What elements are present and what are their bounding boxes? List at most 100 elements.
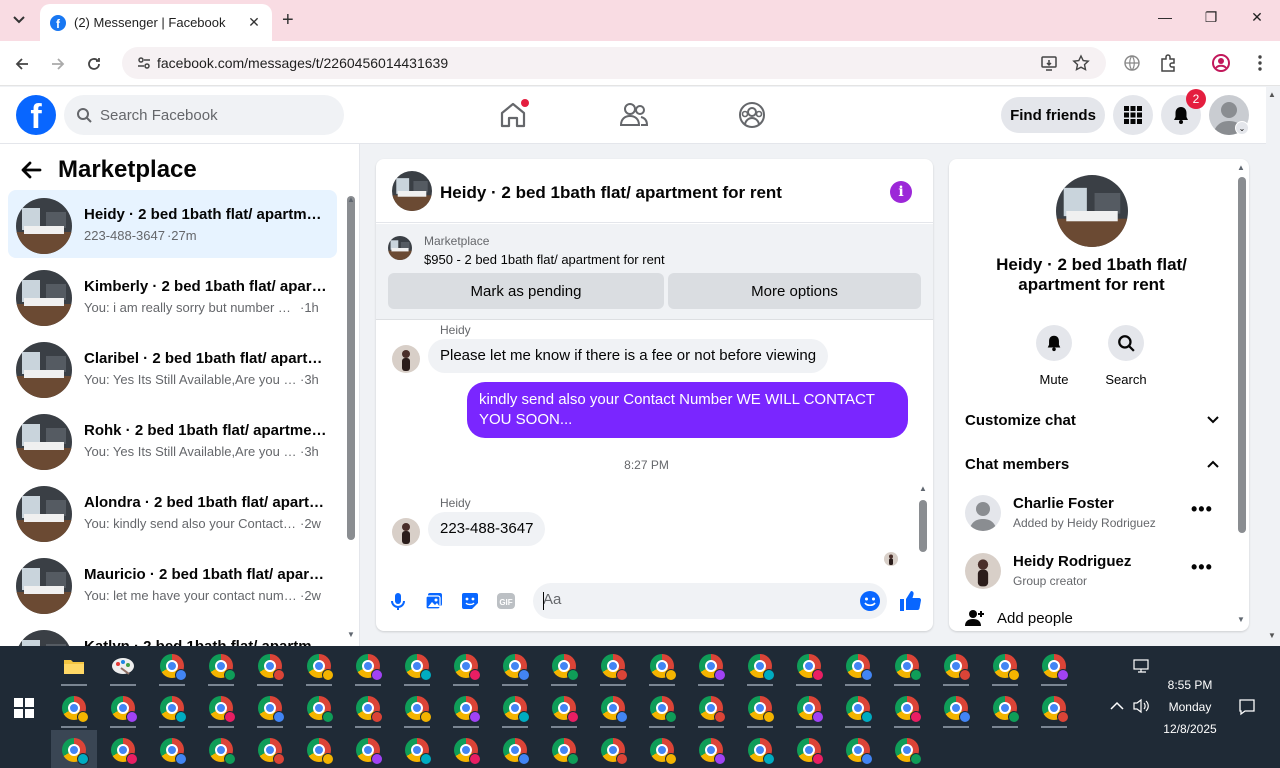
tab-search-chevron-icon[interactable] (6, 8, 32, 32)
chat-scroll-up-icon[interactable]: ▲ (919, 484, 927, 493)
chrome-app-icon[interactable] (247, 688, 293, 728)
mark-as-pending-button[interactable]: Mark as pending (388, 273, 664, 309)
tab-close-icon[interactable]: ✕ (246, 14, 262, 31)
message-input[interactable] (543, 591, 843, 608)
volume-icon[interactable] (1132, 698, 1150, 717)
chat-members-section[interactable]: Chat members (965, 452, 1219, 476)
windows-start-icon[interactable] (14, 698, 34, 718)
chrome-app-icon[interactable] (639, 688, 685, 728)
address-bar[interactable]: facebook.com/messages/t/2260456014431639 (122, 47, 1106, 79)
translate-globe-icon[interactable] (1122, 53, 1142, 73)
chrome-app-icon[interactable] (51, 730, 97, 768)
chrome-app-icon[interactable] (51, 688, 97, 728)
chrome-app-icon[interactable] (149, 646, 195, 686)
back-arrow-icon[interactable] (10, 52, 34, 76)
sticker-icon[interactable] (458, 589, 482, 613)
info-scroll-up-icon[interactable]: ▲ (1237, 163, 1245, 172)
find-friends-button[interactable]: Find friends (1001, 97, 1105, 133)
browser-tab[interactable]: f (2) Messenger | Facebook ✕ (40, 4, 272, 41)
chat-member[interactable]: Charlie Foster Added by Heidy Rodriguez … (965, 491, 1225, 541)
chrome-app-icon[interactable] (198, 688, 244, 728)
more-horizontal-icon[interactable]: ••• (1191, 557, 1213, 578)
extensions-puzzle-icon[interactable] (1158, 53, 1178, 73)
network-pc-icon[interactable] (1132, 658, 1152, 679)
microphone-icon[interactable] (386, 589, 410, 613)
chrome-app-icon[interactable] (492, 646, 538, 686)
paint-app-icon[interactable] (100, 646, 146, 686)
chrome-app-icon[interactable] (737, 730, 783, 768)
chrome-app-icon[interactable] (100, 688, 146, 728)
chrome-app-icon[interactable] (345, 730, 391, 768)
chrome-app-icon[interactable] (247, 646, 293, 686)
chrome-app-icon[interactable] (1031, 688, 1077, 728)
clock-date[interactable]: 12/8/2025 (1150, 722, 1230, 736)
forward-arrow-icon[interactable] (46, 52, 70, 76)
facebook-search-input[interactable] (100, 106, 320, 124)
chrome-app-icon[interactable] (737, 646, 783, 686)
facebook-logo-icon[interactable]: f (16, 95, 56, 135)
chrome-app-icon[interactable] (296, 688, 342, 728)
chrome-app-icon[interactable] (786, 688, 832, 728)
restore-icon[interactable]: ❐ (1196, 9, 1226, 26)
chrome-app-icon[interactable] (443, 730, 489, 768)
chrome-app-icon[interactable] (492, 730, 538, 768)
chrome-app-icon[interactable] (688, 688, 734, 728)
reload-icon[interactable] (82, 52, 106, 76)
chrome-app-icon[interactable] (982, 646, 1028, 686)
conversation-item[interactable]: Mauricio · 2 bed 1bath flat/ apartment f… (8, 550, 337, 618)
chrome-app-icon[interactable] (541, 688, 587, 728)
add-people-button[interactable]: Add people (965, 608, 1073, 628)
window-close-icon[interactable]: ✕ (1242, 9, 1272, 26)
chrome-app-icon[interactable] (982, 688, 1028, 728)
search-in-chat-button[interactable]: Search (1096, 325, 1156, 387)
chrome-app-icon[interactable] (835, 730, 881, 768)
chrome-app-icon[interactable] (541, 730, 587, 768)
chrome-app-icon[interactable] (737, 688, 783, 728)
chrome-app-icon[interactable] (590, 688, 636, 728)
conversation-item[interactable]: Katlyn · 2 bed 1bath flat/ apartment for… (8, 622, 337, 646)
chrome-app-icon[interactable] (688, 646, 734, 686)
chat-scrollbar[interactable] (919, 500, 927, 552)
browser-menu-icon[interactable] (1250, 53, 1270, 73)
sidebar-scroll-up-icon[interactable]: ▲ (347, 195, 355, 204)
chrome-app-icon[interactable] (639, 646, 685, 686)
chrome-app-icon[interactable] (198, 730, 244, 768)
bookmark-star-icon[interactable] (1072, 54, 1090, 72)
chrome-app-icon[interactable] (247, 730, 293, 768)
facebook-search-box[interactable] (64, 95, 344, 135)
message-input-box[interactable] (533, 583, 887, 619)
new-tab-icon[interactable]: + (282, 9, 294, 32)
listing-thumbnail[interactable] (388, 236, 412, 260)
mute-button[interactable]: Mute (1024, 325, 1084, 387)
conversation-item[interactable]: Alondra · 2 bed 1bath flat/ apartment fo… (8, 478, 337, 546)
chrome-app-icon[interactable] (835, 646, 881, 686)
chrome-app-icon[interactable] (884, 688, 930, 728)
more-horizontal-icon[interactable]: ••• (1191, 499, 1213, 520)
chrome-app-icon[interactable] (394, 688, 440, 728)
customize-chat-section[interactable]: Customize chat (965, 408, 1219, 432)
chrome-app-icon[interactable] (100, 730, 146, 768)
chrome-app-icon[interactable] (786, 646, 832, 686)
tray-chevron-up-icon[interactable] (1110, 700, 1124, 714)
conversation-item[interactable]: Heidy · 2 bed 1bath flat/ apartment for … (8, 190, 337, 258)
file-explorer-icon[interactable] (51, 646, 97, 686)
profile-icon[interactable] (1211, 53, 1231, 73)
chat-info-avatar[interactable] (1056, 175, 1128, 247)
clock-day[interactable]: Monday (1150, 700, 1230, 714)
chrome-app-icon[interactable] (198, 646, 244, 686)
chrome-app-icon[interactable] (590, 730, 636, 768)
conversation-item[interactable]: Rohk · 2 bed 1bath flat/ apartment for r… (8, 406, 337, 474)
chat-avatar[interactable] (392, 171, 432, 211)
chrome-app-icon[interactable] (149, 688, 195, 728)
site-info-icon[interactable] (136, 55, 152, 76)
incoming-message[interactable]: Please let me know if there is a fee or … (428, 339, 829, 373)
chrome-app-icon[interactable] (639, 730, 685, 768)
home-icon[interactable] (497, 99, 529, 131)
chrome-app-icon[interactable] (541, 646, 587, 686)
sidebar-scroll-down-icon[interactable]: ▼ (347, 630, 355, 639)
install-app-icon[interactable] (1040, 54, 1058, 72)
friends-icon[interactable] (617, 99, 649, 131)
chrome-app-icon[interactable] (786, 730, 832, 768)
chrome-app-icon[interactable] (149, 730, 195, 768)
chrome-app-icon[interactable] (835, 688, 881, 728)
